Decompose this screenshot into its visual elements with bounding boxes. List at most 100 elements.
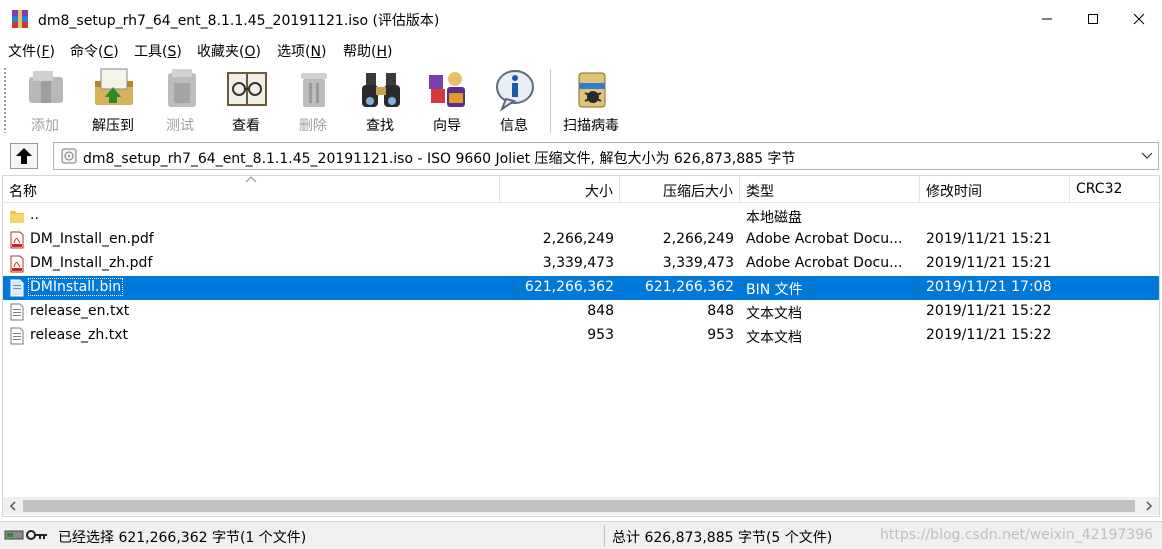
status-bar: 已经选择 621,266,362 字节(1 个文件) 总计 626,873,88…	[0, 521, 1162, 549]
maximize-button[interactable]	[1070, 0, 1116, 38]
info-label: 信息	[500, 118, 528, 134]
file-name: DM_Install_en.pdf	[30, 231, 154, 247]
wizard-icon	[429, 72, 465, 107]
menu-options[interactable]: 选项(N)	[277, 41, 326, 61]
close-icon	[1133, 13, 1145, 25]
file-packed-size: 953	[707, 327, 734, 343]
minimize-button[interactable]	[1024, 0, 1070, 38]
maximize-icon	[1088, 14, 1098, 24]
file-name: DM_Install_zh.pdf	[30, 255, 153, 271]
file-name: release_zh.txt	[30, 327, 128, 343]
winrar-app-icon[interactable]	[10, 9, 30, 29]
status-selected: 已经选择 621,266,362 字节(1 个文件)	[58, 530, 307, 546]
title-bar: dm8_setup_rh7_64_ent_8.1.1.45_20191121.i…	[0, 0, 1162, 38]
file-size: 953	[587, 327, 614, 343]
find-label: 查找	[366, 118, 394, 134]
file-type: 本地磁盘	[746, 210, 802, 226]
text-file-icon	[10, 327, 24, 345]
view-icon	[227, 72, 267, 106]
menu-file[interactable]: 文件(F)	[8, 41, 55, 61]
file-modified: 2019/11/21 17:08	[926, 279, 1052, 295]
file-modified: 2019/11/21 15:21	[926, 255, 1052, 271]
bin-file-icon	[10, 279, 24, 297]
pdf-file-icon	[10, 255, 24, 273]
menu-favorites[interactable]: 收藏夹(O)	[197, 41, 261, 61]
horizontal-scrollbar[interactable]	[3, 497, 1159, 515]
menu-bar: 文件(F) 命令(C) 工具(S) 收藏夹(O) 选项(N) 帮助(H)	[0, 38, 1162, 63]
column-type[interactable]: 类型	[740, 176, 920, 202]
extract-to-button[interactable]: 解压到	[81, 63, 145, 135]
virus-scan-button[interactable]: 扫描病毒	[559, 63, 623, 135]
file-packed-size: 2,266,249	[662, 231, 734, 247]
table-row[interactable]: DM_Install_zh.pdf 3,339,473 3,339,473 Ad…	[3, 252, 1159, 276]
test-icon	[168, 69, 196, 107]
file-name: ..	[30, 207, 39, 223]
wizard-button[interactable]: 向导	[415, 63, 479, 135]
scrollbar-thumb[interactable]	[23, 500, 1135, 512]
delete-button[interactable]: 删除	[281, 63, 345, 135]
column-crc32[interactable]: CRC32	[1070, 176, 1161, 202]
toolbar-gripper[interactable]	[3, 67, 7, 133]
info-button[interactable]: 信息	[482, 63, 546, 135]
scroll-left-icon[interactable]	[7, 500, 19, 512]
folder-icon	[10, 211, 24, 223]
column-size[interactable]: 大小	[500, 176, 620, 202]
up-folder-button[interactable]	[10, 143, 38, 169]
column-packed-size[interactable]: 压缩后大小	[620, 176, 740, 202]
virus-scan-icon	[578, 72, 606, 108]
binoculars-icon	[362, 73, 400, 107]
status-divider	[604, 525, 605, 547]
virus-scan-label: 扫描病毒	[563, 118, 619, 134]
file-name: release_en.txt	[30, 303, 130, 319]
pdf-file-icon	[10, 231, 24, 249]
column-header-row: 名称 大小 压缩后大小 类型 修改时间 CRC32	[3, 176, 1159, 203]
address-row: dm8_setup_rh7_64_ent_8.1.1.45_20191121.i…	[0, 140, 1162, 172]
add-button[interactable]: 添加	[13, 63, 77, 135]
wizard-label: 向导	[433, 118, 461, 134]
file-list: 名称 大小 压缩后大小 类型 修改时间 CRC32 .. 本地磁盘 DM_Ins…	[2, 175, 1160, 517]
menu-commands[interactable]: 命令(C)	[70, 41, 119, 61]
extract-to-label: 解压到	[92, 118, 134, 134]
column-modified[interactable]: 修改时间	[920, 176, 1070, 202]
delete-label: 删除	[299, 118, 327, 134]
add-archive-icon	[29, 71, 63, 103]
test-button[interactable]: 测试	[148, 63, 212, 135]
watermark: https://blog.csdn.net/weixin_42197396	[880, 527, 1154, 543]
view-button[interactable]: 查看	[214, 63, 278, 135]
file-type: 文本文档	[746, 306, 802, 322]
address-text: dm8_setup_rh7_64_ent_8.1.1.45_20191121.i…	[83, 151, 796, 167]
toolbar: 添加 解压到 测试 查看 删除 查找 向导 信息 扫描病毒	[0, 63, 1162, 138]
minimize-icon	[1042, 18, 1052, 20]
file-size: 848	[587, 303, 614, 319]
delete-icon	[301, 73, 327, 107]
extract-to-icon	[95, 68, 133, 105]
find-button[interactable]: 查找	[348, 63, 412, 135]
view-label: 查看	[232, 118, 260, 134]
table-row[interactable]: release_en.txt 848 848 文本文档 2019/11/21 1…	[3, 300, 1159, 324]
address-bar[interactable]: dm8_setup_rh7_64_ent_8.1.1.45_20191121.i…	[53, 142, 1159, 170]
file-size: 621,266,362	[524, 279, 614, 295]
file-size: 3,339,473	[542, 255, 614, 271]
file-packed-size: 621,266,362	[644, 279, 734, 295]
table-row[interactable]: release_zh.txt 953 953 文本文档 2019/11/21 1…	[3, 324, 1159, 348]
add-label: 添加	[31, 118, 59, 134]
menu-help[interactable]: 帮助(H)	[343, 41, 392, 61]
close-button[interactable]	[1116, 0, 1162, 38]
table-row[interactable]: .. 本地磁盘	[3, 204, 1159, 228]
status-total: 总计 626,873,885 字节(5 个文件)	[612, 530, 833, 546]
drive-key-icon[interactable]	[4, 528, 50, 542]
table-row[interactable]: DM_Install_en.pdf 2,266,249 2,266,249 Ad…	[3, 228, 1159, 252]
up-arrow-icon	[16, 148, 32, 164]
file-size: 2,266,249	[542, 231, 614, 247]
file-type: Adobe Acrobat Docu...	[746, 231, 903, 247]
column-name[interactable]: 名称	[3, 176, 500, 202]
menu-tools[interactable]: 工具(S)	[134, 41, 182, 61]
table-row-selected[interactable]: DMInstall.bin 621,266,362 621,266,362 BI…	[3, 276, 1159, 300]
file-name: DMInstall.bin	[27, 278, 124, 296]
disc-image-icon	[61, 148, 77, 164]
file-modified: 2019/11/21 15:21	[926, 231, 1052, 247]
window-title: dm8_setup_rh7_64_ent_8.1.1.45_20191121.i…	[38, 13, 440, 29]
scroll-right-icon[interactable]	[1143, 500, 1155, 512]
chevron-down-icon[interactable]	[1140, 148, 1154, 162]
file-modified: 2019/11/21 15:22	[926, 327, 1052, 343]
